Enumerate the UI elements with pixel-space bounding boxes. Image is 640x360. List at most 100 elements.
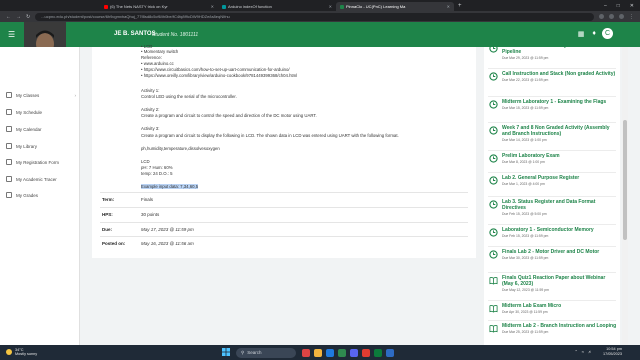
sidebar-item-my-grades[interactable]: My Grades: [6, 192, 76, 198]
close-tab-icon[interactable]: ✕: [329, 4, 332, 9]
extension-icon[interactable]: [599, 14, 604, 19]
activity-title[interactable]: Midterm Lab 2 - Branch Instruction and L…: [502, 323, 616, 329]
browser-tab[interactable]: (6) The Nets NASTY trick on Kyr ✕: [100, 2, 218, 11]
activity-text: Finals Quiz1 Reaction Paper about Webina…: [502, 275, 617, 292]
grid-icon[interactable]: ▦: [578, 30, 585, 38]
activity-title[interactable]: Finals Lab 2 - Motor Driver and DC Motor: [502, 249, 599, 255]
activity-title[interactable]: Prelim Laboratory Exam: [502, 153, 560, 159]
taskbar-app-icon[interactable]: [386, 348, 394, 357]
clock-icon: [489, 47, 498, 53]
activity-item[interactable]: Call Instruction and Stack (Non graded A…: [489, 71, 617, 82]
activity-title[interactable]: Midterm Laboratory 1 - Examining the Fla…: [502, 99, 606, 105]
browser-tab[interactable]: PinnaClo - UC(PnC) Learning Ma ✕: [336, 2, 454, 11]
divider: [488, 272, 616, 273]
bell-icon[interactable]: ♦: [592, 30, 596, 38]
scrollbar-thumb[interactable]: [623, 120, 627, 240]
activity-text: Laboratory 1 - Semiconductor Memory Due F…: [502, 227, 594, 238]
avatar[interactable]: C: [602, 28, 613, 39]
sidebar-item-my-classes[interactable]: My Classes ›: [6, 92, 76, 98]
activity-item[interactable]: Laboratory 1 - Semiconductor Memory Due F…: [489, 227, 617, 238]
sidebar-item-label: My Schedule: [16, 109, 43, 115]
sidebar-item-my-schedule[interactable]: My Schedule: [6, 109, 76, 115]
activity-title[interactable]: Laboratory 1 - Semiconductor Memory: [502, 227, 594, 233]
clock[interactable]: 10:54 pm 17/05/2023: [603, 347, 622, 357]
minimize-icon[interactable]: –: [604, 3, 607, 9]
activity-title[interactable]: Midterm Lab 3 - Time Delay and Instructi…: [502, 47, 617, 55]
reload-icon[interactable]: ↻: [26, 14, 30, 20]
activity-title[interactable]: Finals Quiz1 Reaction Paper about Webina…: [502, 275, 617, 287]
chevron-right-icon[interactable]: ›: [75, 93, 77, 98]
instruction-line: Activity 2:: [141, 107, 160, 112]
activity-item[interactable]: Midterm Lab 2 - Branch Instruction and L…: [489, 323, 617, 334]
app-header: ☰ JE B. SANTOS Student No. 1801111 ▦ ♦ C: [0, 22, 640, 47]
chevron-up-icon[interactable]: ⌃: [574, 349, 577, 354]
url-field[interactable]: ...ucpnc.edu.ph/student/post/course/6h9c…: [35, 12, 594, 21]
browser-menu-icon[interactable]: ⋮: [629, 14, 634, 20]
activities-panel: Midterm Lab 3 - Time Delay and Instructi…: [484, 47, 620, 345]
tab-favicon-icon: [222, 4, 226, 9]
activity-text: Midterm Lab Exam Micro Due Apr 30, 2023 @…: [502, 303, 561, 314]
instruction-line: Create a program and circuit to control …: [141, 113, 317, 118]
activity-item[interactable]: Lab 3. Status Register and Data Format D…: [489, 199, 617, 216]
activity-title[interactable]: Lab 2. General Purpose Register: [502, 175, 579, 181]
instruction-line: Activity 1:: [141, 88, 160, 93]
activity-title[interactable]: Call Instruction and Stack (Non graded A…: [502, 71, 615, 77]
file-explorer-icon[interactable]: [314, 348, 322, 357]
instruction-line: temp: 24 D.O.: 5: [141, 171, 173, 176]
close-window-icon[interactable]: ✕: [630, 3, 634, 9]
sidebar-item-my-calendar[interactable]: My Calendar: [6, 126, 76, 132]
activity-item[interactable]: Midterm Lab 3 - Time Delay and Instructi…: [489, 47, 617, 60]
sidebar-item-label: My Academic Tracer: [16, 176, 57, 182]
activity-item[interactable]: Midterm Lab Exam Micro Due Apr 30, 2023 @…: [489, 303, 617, 314]
back-icon[interactable]: ←: [6, 14, 11, 20]
sidebar-item-label: My Library: [16, 143, 38, 149]
profile-icon[interactable]: [619, 14, 624, 19]
activity-item[interactable]: Week 7 and 8 Non Graded Activity (Assemb…: [489, 125, 617, 142]
taskbar-search[interactable]: ⚲ Search: [236, 347, 296, 358]
close-tab-icon[interactable]: ✕: [447, 4, 450, 9]
clock-icon: [489, 250, 498, 259]
sidebar-item-my-library[interactable]: My Library: [6, 143, 76, 149]
maximize-icon[interactable]: □: [617, 3, 620, 9]
meta-label: Posted on:: [102, 241, 126, 246]
hamburger-icon[interactable]: ☰: [8, 30, 15, 39]
forward-icon[interactable]: →: [16, 14, 21, 20]
taskbar-app-icon[interactable]: [302, 348, 310, 357]
activity-item[interactable]: Lab 2. General Purpose Register Due Mar 1…: [489, 175, 617, 186]
divider: [100, 236, 468, 237]
taskbar-app-icon[interactable]: [374, 348, 382, 357]
book-icon: [489, 325, 498, 333]
extension-icon[interactable]: [609, 14, 614, 19]
weather-widget[interactable]: 34°C Mostly sunny: [6, 348, 37, 356]
clock-icon: [489, 126, 498, 135]
sidebar-item-my-registration-form[interactable]: My Registration Form: [6, 159, 76, 165]
close-tab-icon[interactable]: ✕: [211, 4, 214, 9]
weather-desc: Mostly sunny: [15, 352, 38, 356]
new-tab-button[interactable]: +: [454, 3, 466, 9]
window-controls: – □ ✕: [604, 3, 640, 9]
instruction-line: pH: 7 Hum: 60%: [141, 165, 173, 170]
activity-item[interactable]: Finals Lab 2 - Motor Driver and DC Motor…: [489, 249, 617, 260]
activity-text: Week 7 and 8 Non Graded Activity (Assemb…: [502, 125, 617, 142]
activity-item[interactable]: Prelim Laboratory Exam Due Mar 8, 2023 @ …: [489, 153, 617, 164]
activity-title[interactable]: Midterm Lab Exam Micro: [502, 303, 561, 309]
activity-due-date: Due Mar 25, 2023 @ 11:59 pm: [502, 330, 549, 335]
meta-value: 30 points: [141, 212, 160, 217]
browser-tab[interactable]: Arduino indexOf function ✕: [218, 2, 336, 11]
sidebar-item-my-academic-tracer[interactable]: My Academic Tracer: [6, 176, 76, 182]
chrome-icon[interactable]: [338, 348, 346, 357]
taskbar-app-icon[interactable]: [362, 348, 370, 357]
taskbar-app-icon[interactable]: [350, 348, 358, 357]
windows-start-icon[interactable]: [222, 348, 230, 356]
activity-due-date: Due Mar 1, 2023 @ 4:00 pm: [502, 182, 545, 187]
activity-title[interactable]: Lab 3. Status Register and Data Format D…: [502, 199, 617, 211]
activity-title[interactable]: Week 7 and 8 Non Graded Activity (Assemb…: [502, 125, 617, 137]
taskbar-search-label: Search: [247, 350, 262, 355]
instruction-line: Create a program and circuit to display …: [141, 133, 399, 138]
library-icon: [6, 143, 12, 149]
activity-item[interactable]: Midterm Laboratory 1 - Examining the Fla…: [489, 99, 617, 110]
wifi-icon[interactable]: ≈: [582, 349, 584, 354]
edge-icon[interactable]: [326, 348, 334, 357]
volume-icon[interactable]: ♬: [588, 349, 592, 354]
activity-item[interactable]: Finals Quiz1 Reaction Paper about Webina…: [489, 275, 617, 292]
